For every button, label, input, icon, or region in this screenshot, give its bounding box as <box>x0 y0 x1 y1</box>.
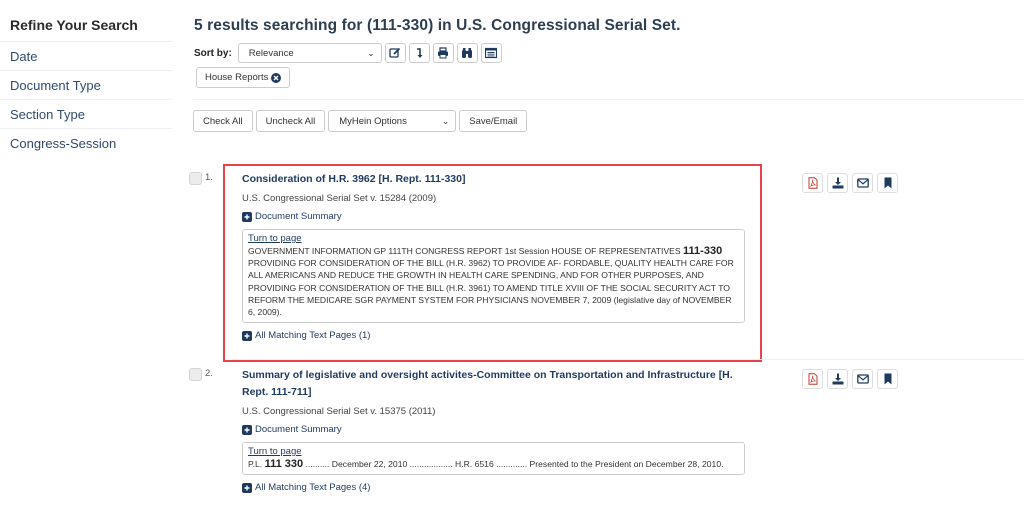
sort-label: Sort by: <box>194 47 232 59</box>
result-title[interactable]: Summary of legislative and oversight act… <box>242 367 746 401</box>
result-meta: U.S. Congressional Serial Set v. 15375 (… <box>242 406 436 417</box>
result-checkbox[interactable] <box>189 172 202 185</box>
email-button[interactable] <box>852 173 873 193</box>
snippet-text: .......... December 22, 2010 ...........… <box>303 459 724 469</box>
list-view-icon <box>485 47 498 59</box>
bulk-actions: Check All Uncheck All MyHein Options ⌄ S… <box>193 110 530 132</box>
all-matching-pages-label: All Matching Text Pages (4) <box>255 482 371 494</box>
result-body: Consideration of H.R. 3962 [H. Rept. 111… <box>242 171 746 341</box>
edit-icon <box>389 47 401 58</box>
filter-chip-label: House Reports <box>205 72 269 83</box>
pdf-icon <box>808 373 817 385</box>
plus-icon <box>242 330 252 341</box>
all-matching-pages-toggle[interactable]: All Matching Text Pages (4) <box>242 482 746 493</box>
result-divider <box>232 359 1024 360</box>
edit-button[interactable] <box>384 43 406 63</box>
result-actions <box>802 369 902 389</box>
print-icon <box>438 47 449 59</box>
find-button[interactable] <box>456 43 478 63</box>
bookmark-button[interactable] <box>877 369 898 389</box>
print-button[interactable] <box>432 43 454 63</box>
uncheck-all-button[interactable]: Uncheck All <box>255 110 326 132</box>
document-summary-label: Document Summary <box>255 424 342 435</box>
sidebar-title: Refine Your Search <box>0 12 172 42</box>
email-icon <box>856 178 869 188</box>
results-title: 5 results searching for (111-330) in U.S… <box>194 17 681 34</box>
sort-toolbar: Sort by: Relevance ⌄ <box>194 43 502 63</box>
plus-icon <box>242 482 252 493</box>
chevron-down-icon: ⌄ <box>367 47 375 58</box>
bookmark-button[interactable] <box>877 173 898 193</box>
snippet-text: PROVIDING FOR CONSIDERATION OF THE BILL … <box>248 258 734 318</box>
turn-to-page-link[interactable]: Turn to page <box>248 446 739 458</box>
pdf-button[interactable] <box>802 173 823 193</box>
result-actions <box>802 173 902 193</box>
result-checkbox[interactable] <box>189 368 202 381</box>
myhein-options-select[interactable]: MyHein Options ⌄ <box>328 110 457 132</box>
turn-to-page-link[interactable]: Turn to page <box>248 233 739 245</box>
sort-select[interactable]: Relevance ⌄ <box>237 43 382 63</box>
myhein-options-value: MyHein Options <box>339 115 407 127</box>
all-matching-pages-toggle[interactable]: All Matching Text Pages (1) <box>242 330 746 341</box>
bookmark-icon <box>884 177 891 189</box>
snippet-text: P.L. <box>248 459 265 469</box>
pdf-icon <box>808 177 817 189</box>
filter-chip-house-reports[interactable]: House Reports <box>196 67 291 88</box>
email-icon <box>856 374 869 384</box>
snippet-text: GOVERNMENT INFORMATION GP 111TH CONGRESS… <box>248 246 684 256</box>
sidebar-item-section-type[interactable]: Section Type <box>0 100 172 129</box>
result-meta: U.S. Congressional Serial Set v. 15284 (… <box>242 193 437 204</box>
sidebar-item-document-type[interactable]: Document Type <box>0 71 172 100</box>
document-summary-toggle[interactable]: Document Summary <box>242 211 746 222</box>
download-icon <box>832 373 843 385</box>
download-button[interactable] <box>827 369 848 389</box>
sidebar-item-congress-session[interactable]: Congress-Session <box>0 129 172 157</box>
save-email-button[interactable]: Save/Email <box>459 110 528 132</box>
result-number: 1. <box>205 172 213 183</box>
text-snippet: Turn to page P.L. 111 330 .......... Dec… <box>242 442 745 476</box>
result-body: Summary of legislative and oversight act… <box>242 367 746 493</box>
list-view-button[interactable] <box>480 43 502 63</box>
plus-icon <box>242 211 252 222</box>
download-button[interactable] <box>827 173 848 193</box>
remove-filter-icon[interactable] <box>271 72 282 83</box>
text-snippet: Turn to page GOVERNMENT INFORMATION GP 1… <box>242 229 745 324</box>
check-all-button[interactable]: Check All <box>193 110 253 132</box>
sort-arrow-icon <box>417 48 423 58</box>
pdf-button[interactable] <box>802 369 823 389</box>
chevron-down-icon: ⌄ <box>441 115 450 126</box>
binoculars-icon <box>462 48 473 58</box>
plus-icon <box>242 424 252 435</box>
result-title[interactable]: Consideration of H.R. 3962 [H. Rept. 111… <box>242 171 746 188</box>
email-button[interactable] <box>852 369 873 389</box>
document-summary-label: Document Summary <box>255 211 342 222</box>
sort-direction-button[interactable] <box>408 43 430 63</box>
document-summary-toggle[interactable]: Document Summary <box>242 424 746 435</box>
sort-select-value: Relevance <box>248 47 294 59</box>
toolbar-divider <box>193 99 1024 100</box>
result-number: 2. <box>205 368 213 379</box>
all-matching-pages-label: All Matching Text Pages (1) <box>255 330 371 342</box>
sidebar-item-date[interactable]: Date <box>0 42 172 71</box>
snippet-hit: 111-330 <box>683 245 723 257</box>
refine-sidebar: Refine Your Search Date Document Type Se… <box>0 12 172 157</box>
snippet-hit: 111 330 <box>264 458 304 470</box>
download-icon <box>832 177 843 189</box>
bookmark-icon <box>884 373 891 385</box>
